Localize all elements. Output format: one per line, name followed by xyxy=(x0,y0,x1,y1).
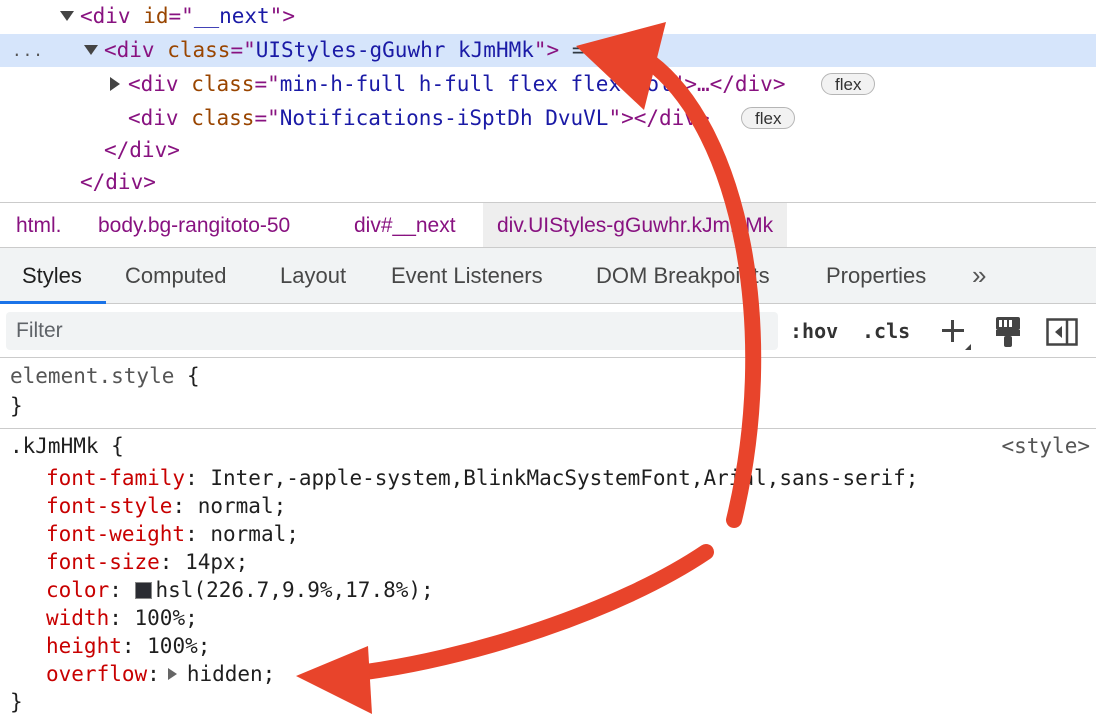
node-actions-ellipsis[interactable]: ... xyxy=(12,34,44,67)
tag-close: </div> xyxy=(104,138,180,162)
filter-input[interactable] xyxy=(6,312,778,350)
tag-close: "></div> xyxy=(608,106,710,130)
declaration-width[interactable]: width: 100%; xyxy=(46,604,198,632)
class-toggle[interactable]: .cls xyxy=(862,316,910,346)
breadcrumb-item-next[interactable]: div#__next xyxy=(354,203,456,247)
declaration-font-size[interactable]: font-size: 14px; xyxy=(46,548,248,576)
property-value[interactable]: normal; xyxy=(198,494,287,518)
tab-properties[interactable]: Properties xyxy=(826,248,926,304)
attr-name: class xyxy=(191,106,255,130)
attr-eq: =" xyxy=(230,38,256,62)
property-name[interactable]: font-family xyxy=(46,466,185,490)
tab-computed[interactable]: Computed xyxy=(125,248,227,304)
attr-name: class xyxy=(167,38,231,62)
hover-state-toggle[interactable]: :hov xyxy=(790,316,838,346)
rule-close-brace: } xyxy=(10,690,23,714)
color-swatch[interactable] xyxy=(134,582,152,599)
tag-close: "> xyxy=(533,38,560,62)
tag-close: "> xyxy=(269,4,295,28)
tab-layout[interactable]: Layout xyxy=(280,248,346,304)
attr-eq: =" xyxy=(168,4,194,28)
sidebar-tabs: Styles Computed Layout Event Listeners D… xyxy=(0,248,1096,304)
breadcrumb-item-body[interactable]: body.bg-rangitoto-50 xyxy=(98,203,290,247)
collapse-triangle-icon[interactable] xyxy=(84,45,98,55)
property-value[interactable]: normal; xyxy=(210,522,299,546)
toggle-sidebar-icon[interactable] xyxy=(1046,318,1078,346)
dom-node-next[interactable]: <div id="__next"> xyxy=(0,0,1096,33)
elements-dom-tree: <div id="__next"> ... <div class="UIStyl… xyxy=(0,0,1096,200)
collapse-triangle-icon[interactable] xyxy=(60,11,74,21)
attr-value: Notifications-iSptDh DvuVL xyxy=(279,106,609,130)
expand-shorthand-icon[interactable] xyxy=(167,668,177,680)
dom-closing-tag[interactable]: </div> xyxy=(0,166,1096,199)
attr-name: id xyxy=(143,4,169,28)
tag-open: <div xyxy=(104,38,168,62)
attr-value: UIStyles-gGuwhr kJmHMk xyxy=(255,38,534,62)
declaration-color[interactable]: color: hsl(226.7,9.9%,17.8%); xyxy=(46,576,434,604)
breadcrumb-item-html[interactable]: html. xyxy=(16,203,62,247)
rule-brace: { xyxy=(174,364,200,388)
property-name[interactable]: color xyxy=(46,578,109,602)
property-value[interactable]: Inter,-apple-system,BlinkMacSystemFont,A… xyxy=(210,466,918,490)
property-value[interactable]: hidden; xyxy=(187,662,276,686)
property-value[interactable]: hsl(226.7,9.9%,17.8%); xyxy=(156,578,434,602)
more-tabs-icon[interactable]: » xyxy=(972,248,986,304)
tag-close: ">…</div> xyxy=(671,72,786,96)
property-name[interactable]: font-size xyxy=(46,550,160,574)
tab-styles[interactable]: Styles xyxy=(22,248,82,304)
declaration-font-style[interactable]: font-style: normal; xyxy=(46,492,286,520)
property-name[interactable]: overflow xyxy=(46,662,147,686)
dom-node-layout-wrapper[interactable]: <div class="min-h-full h-full flex flex-… xyxy=(0,68,1096,101)
rule-selector[interactable]: .kJmHMk xyxy=(10,434,99,458)
attr-name: class xyxy=(191,72,255,96)
property-name[interactable]: font-style xyxy=(46,494,172,518)
flex-badge[interactable]: flex xyxy=(741,107,796,129)
declaration-height[interactable]: height: 100%; xyxy=(46,632,210,660)
dom-node-selected[interactable]: ... <div class="UIStyles-gGuwhr kJmHMk">… xyxy=(0,34,1096,67)
declaration-overflow[interactable]: overflow: hidden; xyxy=(46,660,275,688)
styles-pane: element.style { } .kJmHMk { <style> font… xyxy=(0,358,1096,722)
expand-triangle-icon[interactable] xyxy=(110,77,120,91)
dom-node-notifications[interactable]: <div class="Notifications-iSptDh DvuVL">… xyxy=(0,102,1096,135)
attr-eq: =" xyxy=(254,72,280,96)
flex-badge[interactable]: flex xyxy=(821,73,876,95)
property-name[interactable]: height xyxy=(46,634,122,658)
breadcrumb-item-selected[interactable]: div.UIStyles-gGuwhr.kJmHMk xyxy=(483,203,788,247)
property-value[interactable]: 14px; xyxy=(185,550,248,574)
declaration-font-family[interactable]: font-family: Inter,-apple-system,BlinkMa… xyxy=(46,464,918,492)
attr-eq: =" xyxy=(254,106,280,130)
rule-brace: { xyxy=(98,434,124,458)
styles-toolbar: :hov .cls xyxy=(0,304,1096,358)
console-ref: == $0 xyxy=(559,38,636,62)
rule-divider xyxy=(0,428,1096,429)
property-name[interactable]: font-weight xyxy=(46,522,185,546)
element-style-rule[interactable]: element.style { xyxy=(10,362,200,390)
tag-open: <div xyxy=(128,72,192,96)
property-value[interactable]: 100%; xyxy=(147,634,210,658)
tab-dom-breakpoints[interactable]: DOM Breakpoints xyxy=(596,248,770,304)
dom-closing-tag[interactable]: </div> xyxy=(0,134,1096,167)
rule-source-link[interactable]: <style> xyxy=(1001,432,1090,460)
rule-close-brace: } xyxy=(10,394,23,418)
property-value[interactable]: 100%; xyxy=(135,606,198,630)
tag-open: <div xyxy=(80,4,144,28)
rule-selector: element.style xyxy=(10,364,175,388)
attr-value: __next xyxy=(193,4,270,28)
property-name[interactable]: width xyxy=(46,606,109,630)
css-rule-header[interactable]: .kJmHMk { xyxy=(10,432,124,460)
breadcrumb: html. body.bg-rangitoto-50 div#__next di… xyxy=(0,202,1096,248)
attr-value: min-h-full h-full flex flex-col xyxy=(279,72,672,96)
tag-close: </div> xyxy=(80,170,156,194)
new-style-rule-icon[interactable] xyxy=(938,316,971,350)
tab-event-listeners[interactable]: Event Listeners xyxy=(391,248,543,304)
paint-brush-icon[interactable] xyxy=(994,316,1022,348)
tag-open: <div xyxy=(128,106,192,130)
declaration-font-weight[interactable]: font-weight: normal; xyxy=(46,520,299,548)
